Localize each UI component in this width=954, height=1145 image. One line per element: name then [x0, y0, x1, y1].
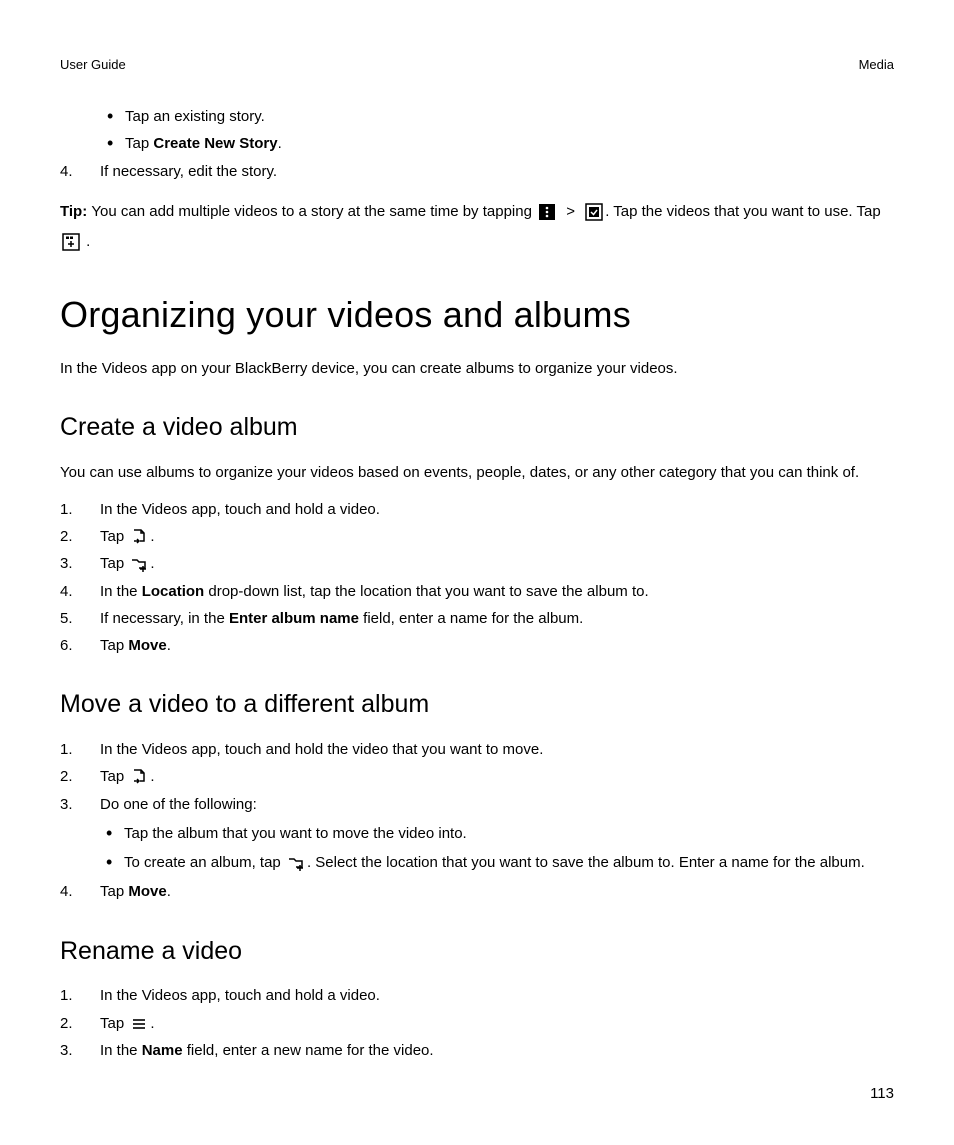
step-number: 4. [60, 160, 73, 183]
bold-text: Create New Story [153, 135, 277, 152]
text: Tap [125, 135, 153, 152]
step: 2. Tap . [60, 1012, 894, 1035]
step: 2. Tap . [60, 765, 894, 788]
step: 5.If necessary, in the Enter album name … [60, 607, 894, 630]
step: 3. Do one of the following: Tap the album… [60, 793, 894, 875]
step: 1. In the Videos app, touch and hold a vi… [60, 984, 894, 1007]
header-right: Media [859, 55, 894, 75]
text: . [167, 883, 171, 900]
step: 4. In the Location drop-down list, tap th… [60, 580, 894, 603]
create-album-steps: 1. In the Videos app, touch and hold a vi… [60, 498, 894, 658]
step-number: 2. [60, 1012, 73, 1035]
step-number: 4. [60, 580, 73, 603]
subsection-move-video: Move a video to a different album [60, 685, 894, 724]
text: Tap [100, 1015, 128, 1032]
text: To create an album, tap [124, 854, 285, 871]
step-number: 6. [60, 634, 73, 657]
list-item: To create an album, tap . Select the loc… [124, 851, 894, 874]
step: 3. In the Name field, enter a new name fo… [60, 1039, 894, 1062]
step-text: If necessary, edit the story. [100, 163, 277, 180]
page-number: 113 [870, 1082, 894, 1105]
text: . [150, 1015, 154, 1032]
tip-label: Tip: [60, 203, 91, 220]
select-icon [585, 203, 603, 221]
text: . Tap the videos that you want to use. T… [605, 203, 880, 220]
new-folder-icon [130, 555, 148, 573]
intro-paragraph: In the Videos app on your BlackBerry dev… [60, 357, 894, 380]
text: In the [100, 583, 142, 600]
story-options-list: Tap an existing story. Tap Create New St… [60, 105, 894, 156]
text: . [150, 768, 154, 785]
subsection-rename-video: Rename a video [60, 932, 894, 971]
step-number: 2. [60, 765, 73, 788]
text: . [86, 233, 90, 250]
bold-text: Name [142, 1042, 183, 1059]
step-number: 4. [60, 880, 73, 903]
text: Tap an existing story. [125, 108, 265, 125]
rename-video-steps: 1. In the Videos app, touch and hold a vi… [60, 984, 894, 1062]
step-text: In the Videos app, touch and hold the vi… [100, 741, 543, 758]
move-video-steps: 1. In the Videos app, touch and hold the … [60, 738, 894, 904]
list-item: Tap an existing story. [125, 105, 894, 128]
step-number: 2. [60, 525, 73, 548]
text: Tap [100, 883, 128, 900]
text: Tap [100, 555, 128, 572]
step-text: Do one of the following: [100, 796, 257, 813]
add-to-story-icon [62, 233, 80, 251]
step-number: 3. [60, 793, 73, 816]
text: In the [100, 1042, 142, 1059]
text: . [167, 637, 171, 654]
step-text: In the Videos app, touch and hold a vide… [100, 987, 380, 1004]
step: 2. Tap . [60, 525, 894, 548]
text: . Select the location that you want to s… [307, 854, 865, 871]
step: 6. Tap Move. [60, 634, 894, 657]
paragraph: You can use albums to organize your vide… [60, 461, 894, 484]
step-text: In the Videos app, touch and hold a vide… [100, 501, 380, 518]
section-heading-organizing: Organizing your videos and albums [60, 287, 894, 343]
move-file-icon [130, 768, 148, 786]
bold-text: Enter album name [229, 610, 359, 627]
text: . [150, 555, 154, 572]
text: Tap [100, 768, 128, 785]
step: 1. In the Videos app, touch and hold a vi… [60, 498, 894, 521]
subsection-create-album: Create a video album [60, 408, 894, 447]
text: . [278, 135, 282, 152]
bold-text: Move [128, 883, 166, 900]
bold-text: Location [142, 583, 205, 600]
step-number: 1. [60, 984, 73, 1007]
step-number: 1. [60, 738, 73, 761]
list-item: Tap Create New Story. [125, 132, 894, 155]
text: . [150, 528, 154, 545]
bold-text: Move [128, 637, 166, 654]
page-header: User Guide Media [60, 55, 894, 75]
text: Tap the album that you want to move the … [124, 825, 467, 842]
step-number: 5. [60, 607, 73, 630]
step: 1. In the Videos app, touch and hold the … [60, 738, 894, 761]
properties-icon [130, 1015, 148, 1033]
new-folder-icon [287, 854, 305, 872]
step-number: 3. [60, 1039, 73, 1062]
chevron-text: > [566, 203, 575, 220]
step: 4. Tap Move. [60, 880, 894, 903]
move-file-icon [130, 528, 148, 546]
text: If necessary, in the [100, 610, 229, 627]
text: field, enter a name for the album. [359, 610, 583, 627]
list-item: Tap the album that you want to move the … [124, 822, 894, 845]
sub-options: Tap the album that you want to move the … [100, 822, 894, 875]
more-icon [538, 203, 556, 221]
step-number: 1. [60, 498, 73, 521]
continued-steps: 4. If necessary, edit the story. [60, 160, 894, 183]
text: You can add multiple videos to a story a… [91, 203, 536, 220]
text: drop-down list, tap the location that yo… [204, 583, 648, 600]
tip-paragraph: Tip: You can add multiple videos to a st… [60, 197, 894, 257]
header-left: User Guide [60, 55, 126, 75]
step: 4. If necessary, edit the story. [60, 160, 894, 183]
step: 3. Tap . [60, 552, 894, 575]
text: Tap [100, 528, 128, 545]
text: Tap [100, 637, 128, 654]
step-number: 3. [60, 552, 73, 575]
text: field, enter a new name for the video. [183, 1042, 434, 1059]
